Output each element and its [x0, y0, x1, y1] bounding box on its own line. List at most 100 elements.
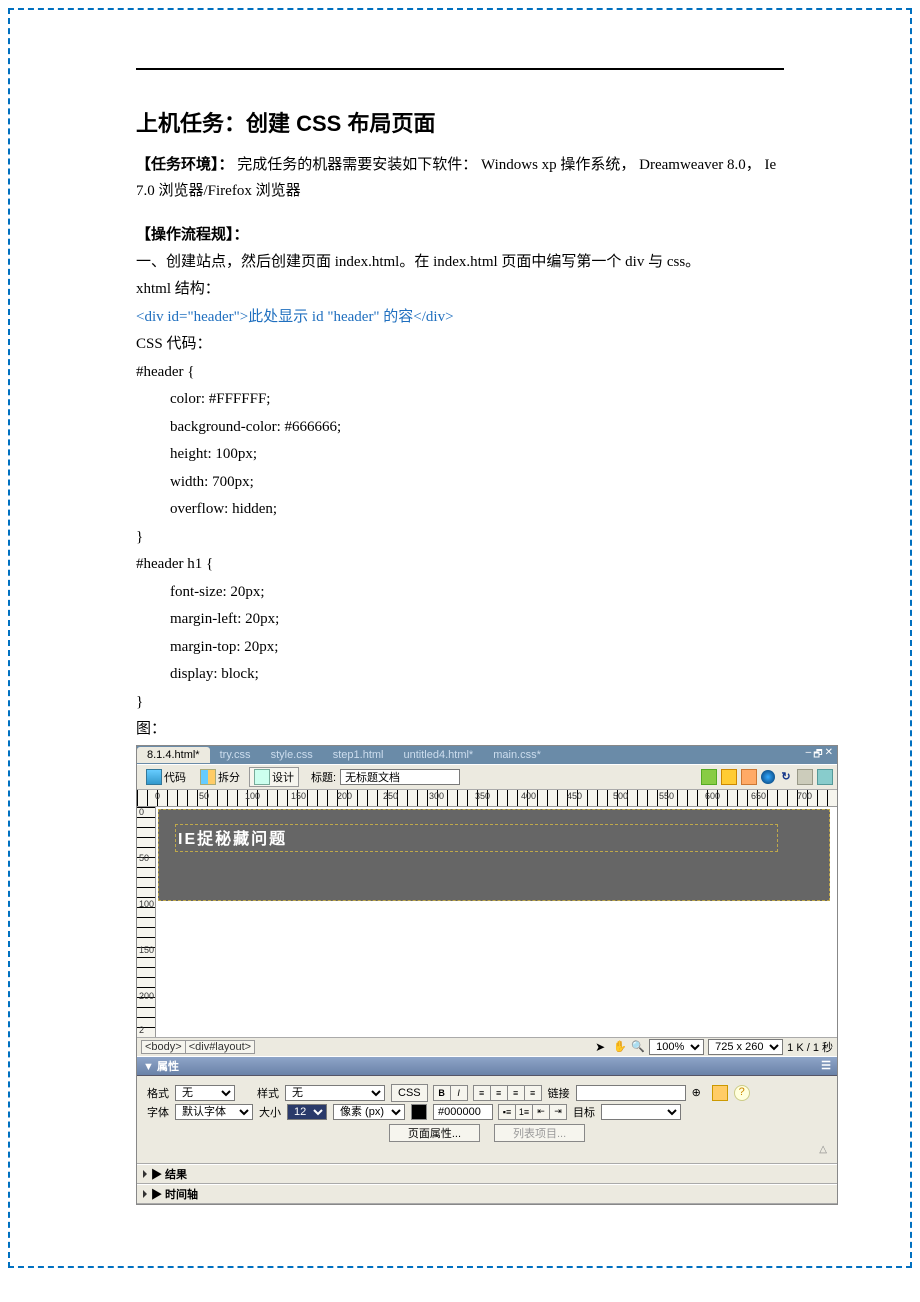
visual-aids-icon[interactable]: [817, 769, 833, 785]
restore-icon[interactable]: 🗗: [813, 747, 822, 764]
zoom-tool-icon[interactable]: 🔍: [631, 1040, 645, 1054]
align-right-button[interactable]: ≡: [507, 1085, 525, 1101]
dreamweaver-window: 8.1.4.html* try.css style.css step1.html…: [136, 745, 838, 1205]
doc-content: 上机任务：创建 CSS 布局页面 【任务环境】： 完成任务的机器需要安装如下软件…: [136, 68, 784, 1205]
split-icon: [200, 769, 216, 785]
css-line-0: #header {: [136, 360, 784, 386]
style-label: 样式: [257, 1085, 279, 1101]
hand-tool-icon[interactable]: ✋: [613, 1040, 627, 1054]
top-rule: [136, 68, 784, 70]
view-options-icon[interactable]: [797, 769, 813, 785]
properties-panel-body: 格式 无 样式 无 CSS B I ≡ ≡ ≡ ≡: [137, 1076, 837, 1164]
properties-panel-header[interactable]: ▼ 属性 ☰: [137, 1056, 837, 1076]
collapse-icon[interactable]: △: [147, 1144, 827, 1155]
tab-2[interactable]: style.css: [261, 747, 323, 763]
chevron-right-icon: [143, 1190, 147, 1198]
env-label: 【任务环境】：: [136, 156, 234, 173]
panel-menu-icon[interactable]: ☰: [821, 1059, 831, 1072]
code-icon: [146, 769, 162, 785]
results-panel-header[interactable]: ▶ 结果: [137, 1164, 837, 1184]
title-input[interactable]: [340, 769, 460, 785]
design-icon: [254, 769, 270, 785]
chevron-right-icon: [143, 1170, 147, 1178]
ol-button[interactable]: 1≡: [515, 1104, 533, 1120]
unit-select[interactable]: 像素 (px): [333, 1104, 405, 1120]
tag-selector: <body><div#layout>: [141, 1041, 254, 1053]
list-item-button[interactable]: 列表项目...: [494, 1124, 585, 1142]
link-input[interactable]: [576, 1085, 686, 1101]
italic-button[interactable]: I: [450, 1085, 468, 1101]
style-select[interactable]: 无: [285, 1085, 385, 1101]
horizontal-ruler: 0 50 100 150 200 250 300 350 400 450 500…: [137, 790, 837, 807]
css-label: CSS 代码：: [136, 332, 784, 358]
pagesize-text: 1 K / 1 秒: [787, 1039, 833, 1055]
bold-button[interactable]: B: [433, 1085, 451, 1101]
validate-icon[interactable]: [701, 769, 717, 785]
css-line-13: }: [136, 690, 784, 716]
canvas-row: 0 50 100 150 200 2 IE捉秘藏问题: [137, 807, 837, 1037]
css-line-12: display: block;: [136, 662, 784, 688]
list-group: ▪≡ 1≡ ⇤ ⇥: [499, 1104, 567, 1120]
title-label: 标题:: [311, 769, 336, 785]
page-properties-button[interactable]: 页面属性...: [389, 1124, 480, 1142]
design-canvas[interactable]: IE捉秘藏问题: [156, 807, 837, 1037]
tab-4[interactable]: untitled4.html*: [394, 747, 484, 763]
file-manage-icon[interactable]: [741, 769, 757, 785]
align-justify-button[interactable]: ≡: [524, 1085, 542, 1101]
window-controls: – 🗗 ✕: [806, 747, 833, 764]
code-view-button[interactable]: 代码: [141, 767, 191, 787]
design-view-button[interactable]: 设计: [249, 767, 299, 787]
css-line-10: margin-left: 20px;: [136, 607, 784, 633]
font-select[interactable]: 默认字体: [175, 1104, 253, 1120]
tab-active[interactable]: 8.1.4.html*: [137, 747, 210, 763]
indent-button[interactable]: ⇥: [549, 1104, 567, 1120]
css-line-11: margin-top: 20px;: [136, 635, 784, 661]
help-icon[interactable]: ?: [734, 1085, 750, 1101]
format-label: 格式: [147, 1085, 169, 1101]
flow-label: 【操作流程规】：: [136, 222, 784, 248]
timeline-panel-header[interactable]: ▶ 时间轴: [137, 1184, 837, 1204]
windowsize-select[interactable]: 725 x 260: [708, 1039, 783, 1055]
tag-body[interactable]: <body>: [141, 1040, 186, 1054]
header-div-preview[interactable]: IE捉秘藏问题: [158, 809, 830, 901]
step1: 一、创建站点，然后创建页面 index.html。在 index.html 页面…: [136, 250, 784, 276]
vertical-ruler: 0 50 100 150 200 2: [137, 807, 156, 1037]
tab-bar: 8.1.4.html* try.css style.css step1.html…: [137, 746, 837, 764]
ul-button[interactable]: ▪≡: [498, 1104, 516, 1120]
header-h1-preview[interactable]: IE捉秘藏问题: [175, 824, 778, 852]
minimize-icon[interactable]: –: [806, 747, 812, 764]
refresh-icon[interactable]: ↻: [779, 770, 793, 784]
tab-5[interactable]: main.css*: [483, 747, 551, 763]
fig-label: 图：: [136, 717, 784, 743]
tag-div-layout[interactable]: <div#layout>: [185, 1040, 255, 1054]
align-group: ≡ ≡ ≡ ≡: [474, 1085, 542, 1101]
preview-icon[interactable]: [761, 770, 775, 784]
color-input[interactable]: [433, 1104, 493, 1120]
tab-3[interactable]: step1.html: [323, 747, 394, 763]
split-view-button[interactable]: 拆分: [195, 767, 245, 787]
zoom-select[interactable]: 100%: [649, 1039, 704, 1055]
color-swatch[interactable]: [411, 1104, 427, 1120]
browse-folder-icon[interactable]: [712, 1085, 728, 1101]
xhtml-label: xhtml 结构：: [136, 277, 784, 303]
css-line-5: overflow: hidden;: [136, 497, 784, 523]
status-bar: <body><div#layout> ➤ ✋ 🔍 100% 725 x 260 …: [137, 1037, 837, 1056]
status-right: ➤ ✋ 🔍 100% 725 x 260 1 K / 1 秒: [595, 1039, 833, 1055]
font-label: 字体: [147, 1104, 169, 1120]
css-line-9: font-size: 20px;: [136, 580, 784, 606]
css-button[interactable]: CSS: [391, 1084, 428, 1102]
page-border: 上机任务：创建 CSS 布局页面 【任务环境】： 完成任务的机器需要安装如下软件…: [8, 8, 912, 1268]
align-left-button[interactable]: ≡: [473, 1085, 491, 1101]
align-center-button[interactable]: ≡: [490, 1085, 508, 1101]
point-to-file-icon[interactable]: ⊕: [692, 1086, 706, 1100]
format-select[interactable]: 无: [175, 1085, 235, 1101]
tab-1[interactable]: try.css: [210, 747, 261, 763]
outdent-button[interactable]: ⇤: [532, 1104, 550, 1120]
browser-check-icon[interactable]: [721, 769, 737, 785]
size-select[interactable]: 12: [287, 1104, 327, 1120]
pointer-tool-icon[interactable]: ➤: [595, 1040, 609, 1054]
target-select[interactable]: [601, 1104, 681, 1120]
link-label: 链接: [548, 1085, 570, 1101]
css-line-2: background-color: #666666;: [136, 415, 784, 441]
close-icon[interactable]: ✕: [825, 747, 833, 764]
